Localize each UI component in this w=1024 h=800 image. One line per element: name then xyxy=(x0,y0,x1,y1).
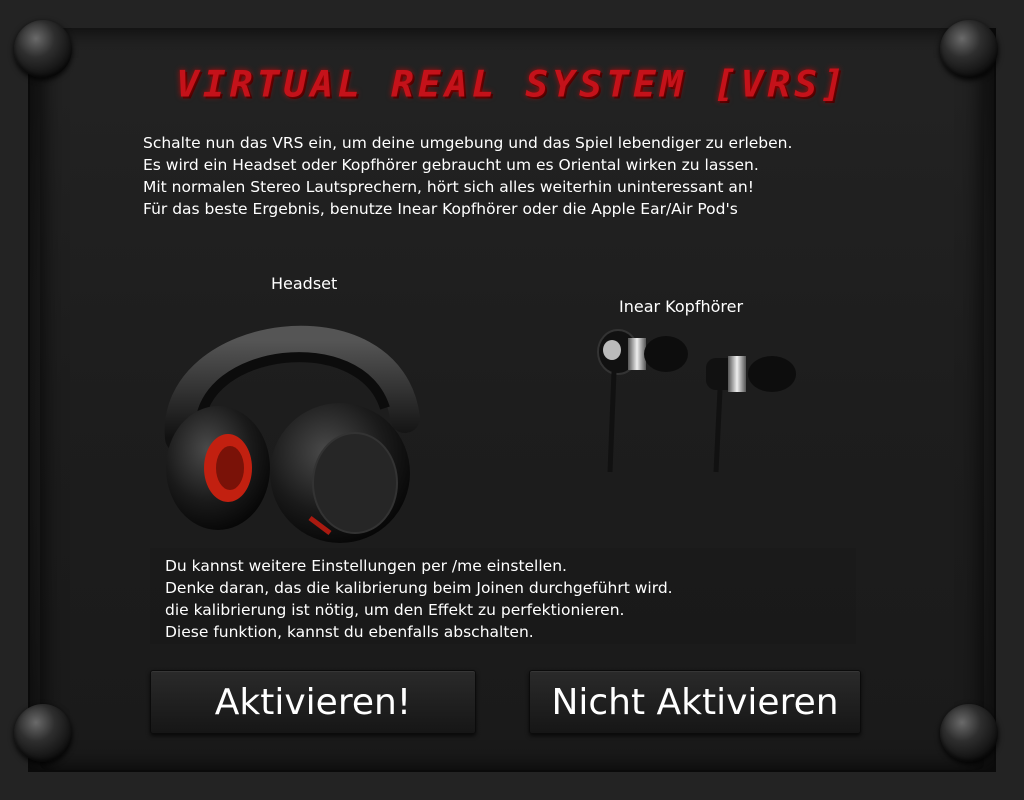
info-line: Denke daran, das die kalibrierung beim J… xyxy=(165,579,673,597)
intro-line: Es wird ein Headset oder Kopfhörer gebra… xyxy=(143,156,759,174)
headset-icon xyxy=(164,325,420,543)
info-line: die kalibrierung ist nötig, um den Effek… xyxy=(165,601,625,619)
info-line: Du kannst weitere Einstellungen per /me … xyxy=(165,557,567,575)
intro-text: Schalte nun das VRS ein, um deine umgebu… xyxy=(143,132,923,220)
info-text: Du kannst weitere Einstellungen per /me … xyxy=(165,555,865,643)
bolt-bottom-right xyxy=(940,704,998,762)
inear-headphones-icon xyxy=(597,329,796,473)
intro-line: Mit normalen Stereo Lautsprechern, hört … xyxy=(143,178,754,196)
bolt-bottom-left xyxy=(14,704,72,762)
inear-label: Inear Kopfhörer xyxy=(619,297,744,316)
intro-line: Für das beste Ergebnis, benutze Inear Ko… xyxy=(143,200,738,218)
dialog-frame: VIRTUAL REAL SYSTEM [VRS] Schalte nun da… xyxy=(0,0,1024,800)
activate-button[interactable]: Aktivieren! xyxy=(150,670,476,734)
page-title: VIRTUAL REAL SYSTEM [VRS] xyxy=(176,63,848,105)
info-line: Diese funktion, kannst du ebenfalls absc… xyxy=(165,623,534,641)
deactivate-button[interactable]: Nicht Aktivieren xyxy=(529,670,861,734)
intro-line: Schalte nun das VRS ein, um deine umgebu… xyxy=(143,134,793,152)
